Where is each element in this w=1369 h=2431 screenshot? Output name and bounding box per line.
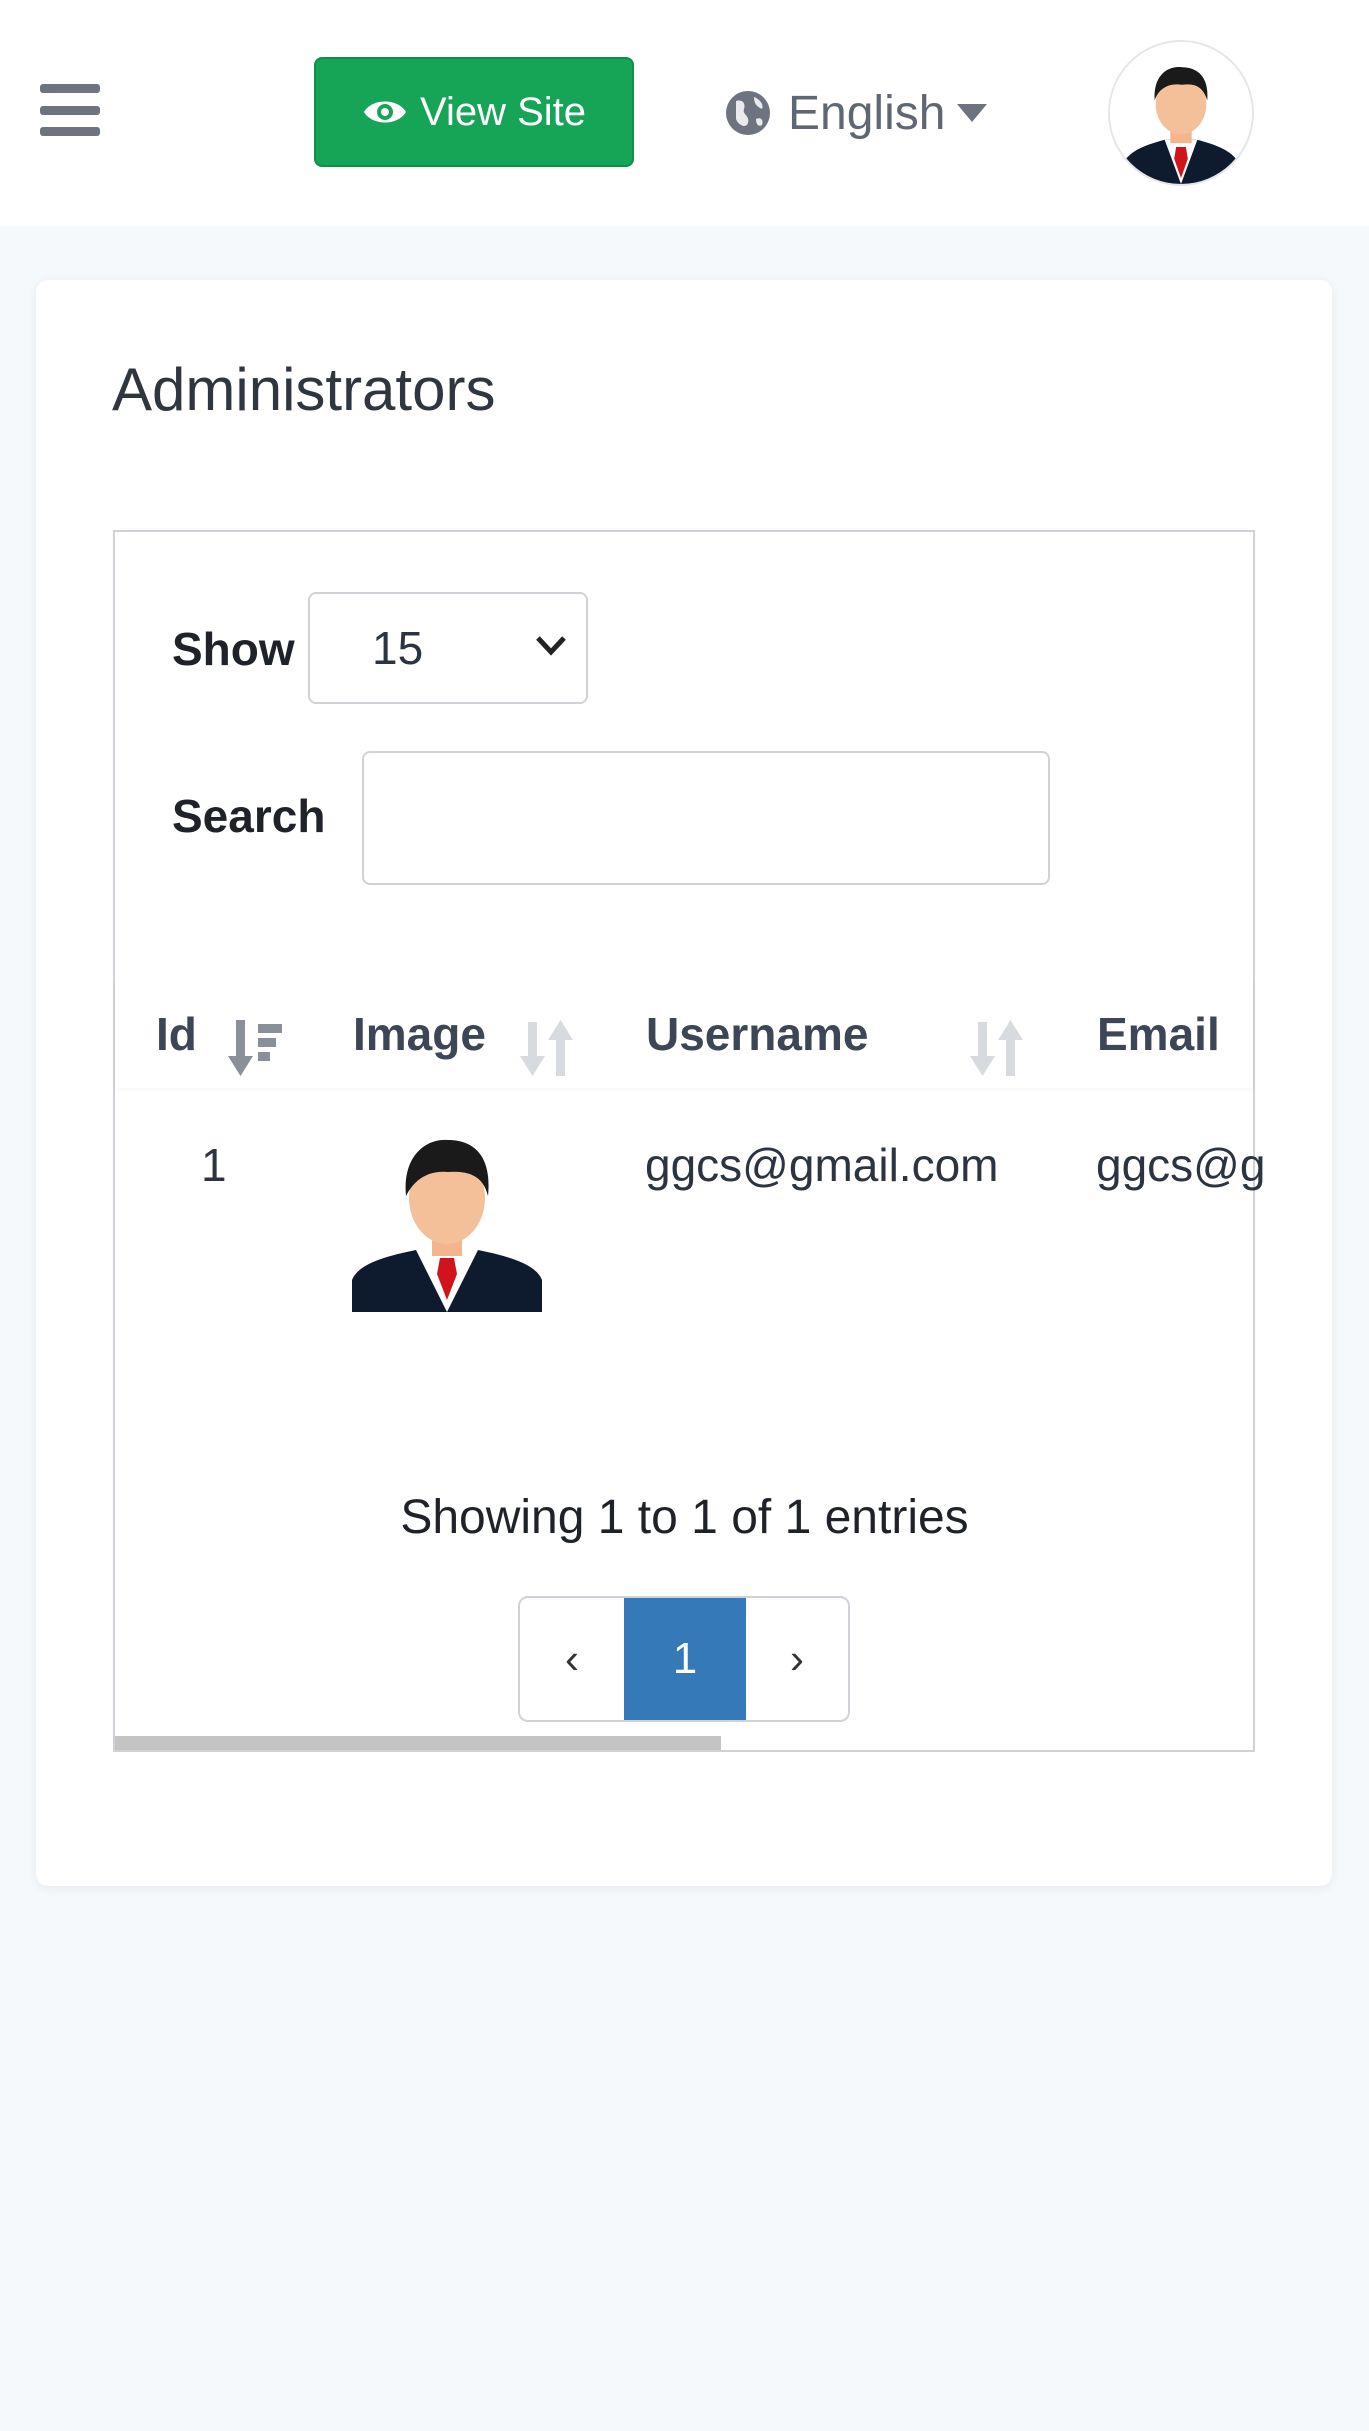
pagination: ‹ 1 ›	[518, 1596, 850, 1722]
language-dropdown[interactable]: English	[724, 80, 989, 146]
column-header-image[interactable]: Image	[353, 980, 486, 1088]
show-entries-value: 15	[372, 622, 424, 674]
chevron-down-icon	[536, 636, 566, 656]
search-label: Search	[172, 790, 326, 842]
pagination-prev-button[interactable]: ‹	[520, 1598, 624, 1720]
column-header-username[interactable]: Username	[646, 980, 868, 1088]
globe-icon	[726, 91, 770, 135]
sort-both-icon[interactable]	[970, 1016, 1028, 1080]
show-entries-label: Show	[172, 623, 295, 675]
sort-both-icon[interactable]	[520, 1016, 578, 1080]
search-input[interactable]	[362, 751, 1050, 885]
hamburger-menu-icon[interactable]	[40, 84, 100, 136]
page-title: Administrators	[112, 356, 496, 423]
cell-username: ggcs@gmail.com	[645, 1139, 999, 1191]
language-label: English	[788, 86, 946, 140]
caret-down-icon	[957, 104, 988, 122]
view-site-label: View Site	[419, 89, 586, 134]
pagination-next-button[interactable]: ›	[746, 1598, 848, 1720]
cell-email: ggcs@g	[1096, 1139, 1266, 1191]
horizontal-scrollbar[interactable]	[115, 1736, 721, 1750]
cell-id: 1	[201, 1139, 227, 1191]
top-navbar: View Site English	[0, 0, 1369, 226]
view-site-button[interactable]: View Site	[314, 57, 634, 167]
sort-descending-icon[interactable]	[228, 1016, 286, 1080]
show-entries-select[interactable]: 15	[308, 592, 588, 704]
user-avatar[interactable]	[1108, 40, 1254, 186]
avatar-image	[1110, 42, 1252, 184]
table-info-text: Showing 1 to 1 of 1 entries	[400, 1491, 969, 1544]
pagination-page-1-button[interactable]: 1	[624, 1598, 746, 1720]
eye-icon	[363, 101, 406, 123]
column-header-id[interactable]: Id	[156, 980, 197, 1088]
column-header-email[interactable]: Email	[1097, 980, 1220, 1088]
admin-avatar-image	[352, 1139, 542, 1312]
